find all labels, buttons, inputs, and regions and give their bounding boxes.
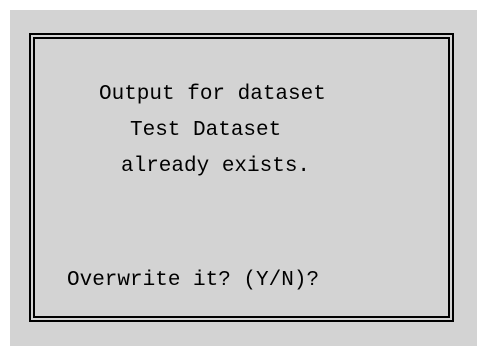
overwrite-prompt[interactable]: Overwrite it? (Y/N)? (67, 268, 480, 294)
overwrite-confirm-dialog: Output for dataset Test Dataset already … (29, 33, 454, 322)
message-line-1: Output for dataset (99, 83, 326, 106)
message-line-3: already exists. (121, 155, 311, 178)
dialog-inner-border: Output for dataset Test Dataset already … (33, 37, 450, 318)
dataset-name: Test Dataset (130, 119, 282, 142)
screen-background: Output for dataset Test Dataset already … (10, 10, 477, 346)
